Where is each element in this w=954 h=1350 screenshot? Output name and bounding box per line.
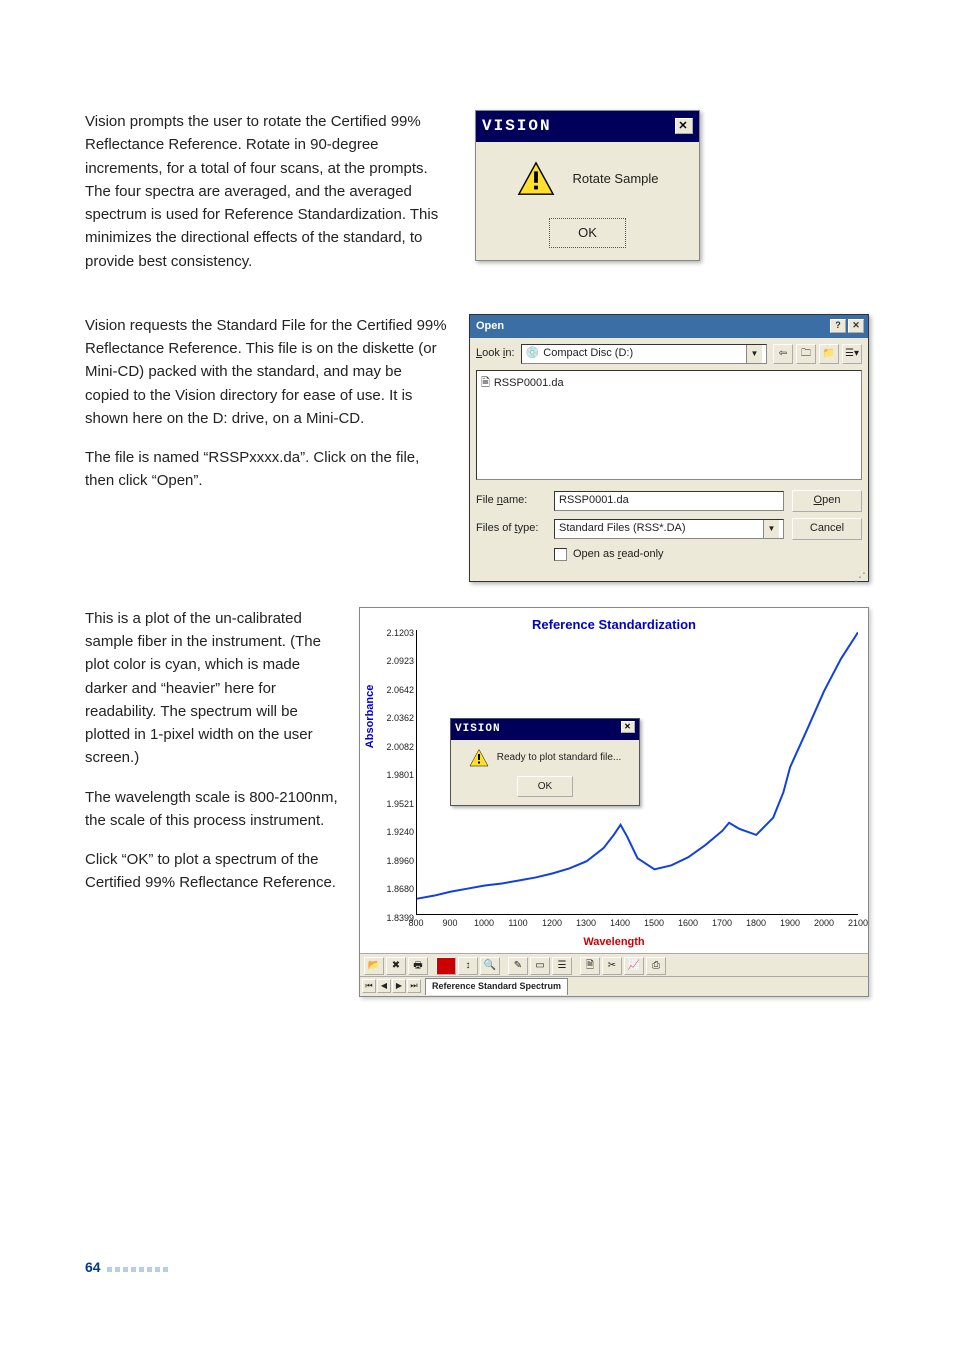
chevron-down-icon[interactable]: ▼ xyxy=(746,345,762,363)
page-number: 64 xyxy=(85,1257,101,1279)
readonly-checkbox[interactable] xyxy=(554,548,567,561)
tool-icon[interactable]: ↕ xyxy=(458,957,478,975)
y-tick: 2.0642 xyxy=(386,684,414,698)
back-icon[interactable]: ⇦ xyxy=(773,344,793,364)
ok-button[interactable]: OK xyxy=(549,218,626,248)
tool-icon[interactable]: ☰ xyxy=(552,957,572,975)
y-tick: 2.1203 xyxy=(386,627,414,641)
close-icon[interactable]: ✕ xyxy=(675,118,693,134)
x-tick: 1300 xyxy=(576,917,596,931)
tool-icon[interactable]: ▭ xyxy=(530,957,550,975)
dialog-message: Ready to plot standard file... xyxy=(497,750,622,766)
x-tick: 1100 xyxy=(508,917,527,931)
cd-icon: 💿 xyxy=(526,345,540,362)
ok-button[interactable]: OK xyxy=(517,776,573,798)
x-tick: 1400 xyxy=(610,917,630,931)
readonly-label: Open as read-only xyxy=(573,546,664,563)
next-icon[interactable]: ▶ xyxy=(392,979,406,993)
file-icon: 🗎 xyxy=(481,375,490,392)
filename-label: File name: xyxy=(476,492,546,509)
tool-icon[interactable]: ✂ xyxy=(602,957,622,975)
dialog-rotate-sample: VISION ✕ Rotate Sample OK xyxy=(475,110,700,261)
y-tick: 2.0082 xyxy=(386,741,414,755)
first-icon[interactable]: ⏮ xyxy=(362,979,376,993)
body-text: Vision prompts the user to rotate the Ce… xyxy=(85,110,455,273)
y-tick: 1.9801 xyxy=(386,769,414,783)
prev-icon[interactable]: ◀ xyxy=(377,979,391,993)
body-text: Vision requests the Standard File for th… xyxy=(85,314,449,430)
y-tick: 1.8680 xyxy=(386,883,414,897)
y-axis-label: Absorbance xyxy=(362,685,379,749)
y-tick: 1.8960 xyxy=(386,855,414,869)
tab-reference-standard[interactable]: Reference Standard Spectrum xyxy=(425,978,568,995)
dialog-ready-to-plot: VISION ✕ Ready to plot standard file... xyxy=(450,718,640,807)
x-tick: 1500 xyxy=(644,917,664,931)
x-tick: 1000 xyxy=(474,917,494,931)
x-tick: 1800 xyxy=(746,917,766,931)
tool-icon[interactable]: ⎙ xyxy=(646,957,666,975)
dialog-title: VISION xyxy=(482,114,552,139)
x-tick: 2000 xyxy=(814,917,834,931)
file-list[interactable]: 🗎 RSSP0001.da xyxy=(476,370,862,480)
tool-icon[interactable]: ✖ xyxy=(386,957,406,975)
body-text: The file is named “RSSPxxxx.da”. Click o… xyxy=(85,446,449,493)
tool-icon[interactable]: ✎ xyxy=(508,957,528,975)
resize-grip-icon[interactable]: ⋰ xyxy=(470,573,868,581)
tool-icon[interactable]: 🗎 xyxy=(580,957,600,975)
tool-icon[interactable]: 📂 xyxy=(364,957,384,975)
y-tick: 2.0923 xyxy=(386,655,414,669)
x-tick: 1900 xyxy=(780,917,800,931)
close-icon[interactable]: ✕ xyxy=(621,721,635,733)
dialog-message: Rotate Sample xyxy=(573,169,659,189)
filetype-dropdown[interactable]: Standard Files (RSS*.DA) ▼ xyxy=(554,519,784,539)
x-tick: 1200 xyxy=(542,917,562,931)
open-button[interactable]: Open xyxy=(792,490,862,512)
tool-icon[interactable]: 📈 xyxy=(624,957,644,975)
dialog-open-file: Open ? ✕ Look in: 💿 Compact Disc (D:) ▼ xyxy=(469,314,869,582)
tool-icon[interactable] xyxy=(436,957,456,975)
cancel-button[interactable]: Cancel xyxy=(792,518,862,540)
close-icon[interactable]: ✕ xyxy=(848,319,864,333)
warning-icon xyxy=(517,160,555,198)
y-tick: 1.9240 xyxy=(386,826,414,840)
x-tick: 900 xyxy=(442,917,457,931)
look-in-dropdown[interactable]: 💿 Compact Disc (D:) ▼ xyxy=(521,344,767,364)
body-text: Click “OK” to plot a spectrum of the Cer… xyxy=(85,848,339,895)
tool-icon[interactable]: 🔍 xyxy=(480,957,500,975)
y-tick: 1.9521 xyxy=(386,798,414,812)
filetype-label: Files of type: xyxy=(476,520,546,537)
look-in-value: Compact Disc (D:) xyxy=(543,345,633,362)
file-name: RSSP0001.da xyxy=(494,375,564,392)
x-tick: 2100 xyxy=(848,917,868,931)
new-folder-icon[interactable]: 📁 xyxy=(819,344,839,364)
x-tick: 1700 xyxy=(712,917,732,931)
tool-icon[interactable]: 🖶 xyxy=(408,957,428,975)
look-in-label: Look in: xyxy=(476,345,515,362)
views-icon[interactable]: ☰▾ xyxy=(842,344,862,364)
x-tick: 800 xyxy=(408,917,423,931)
warning-icon xyxy=(469,748,489,768)
tab-strip: ⏮ ◀ ▶ ⏭ Reference Standard Spectrum xyxy=(360,976,868,996)
x-tick: 1600 xyxy=(678,917,698,931)
list-item[interactable]: 🗎 RSSP0001.da xyxy=(481,375,857,392)
decorative-dots xyxy=(107,1257,171,1279)
x-axis-label: Wavelength xyxy=(360,934,868,951)
body-text: This is a plot of the un-calibrated samp… xyxy=(85,607,339,770)
dialog-title: VISION xyxy=(455,721,501,738)
chart-window: Reference Standardization Absorbance Wav… xyxy=(359,607,869,997)
chevron-down-icon[interactable]: ▼ xyxy=(763,520,779,538)
chart-toolbar: 📂 ✖ 🖶 ↕ 🔍 ✎ ▭ ☰ 🗎 ✂ 📈 ⎙ xyxy=(360,953,868,976)
help-icon[interactable]: ? xyxy=(830,319,846,333)
up-folder-icon[interactable]: 🗀 xyxy=(796,344,816,364)
dialog-title: Open xyxy=(476,318,504,335)
y-tick: 2.0362 xyxy=(386,712,414,726)
last-icon[interactable]: ⏭ xyxy=(407,979,421,993)
body-text: The wavelength scale is 800-2100nm, the … xyxy=(85,786,339,833)
filename-input[interactable]: RSSP0001.da xyxy=(554,491,784,511)
